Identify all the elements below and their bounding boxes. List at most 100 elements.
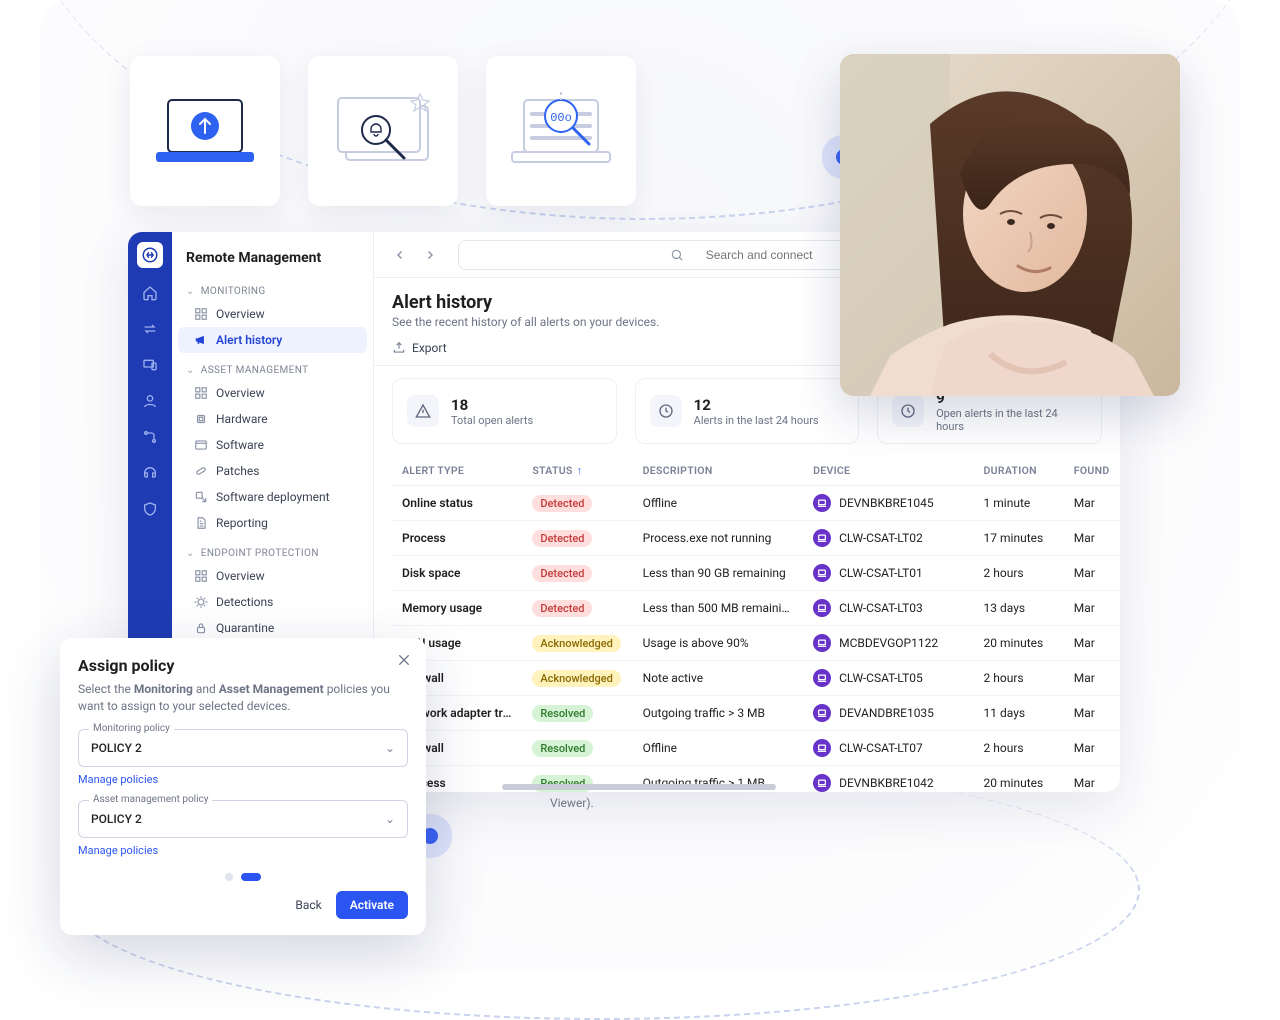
status-badge: Detected: [532, 565, 592, 582]
cell-found: Mar: [1064, 486, 1120, 521]
warning-icon: [407, 395, 439, 427]
sidebar-item-software-deployment[interactable]: Software deployment: [172, 484, 373, 510]
cell-alert-type: Disk space: [392, 556, 522, 591]
svg-text:00o: 00o: [550, 111, 572, 125]
grid-icon: [194, 307, 208, 321]
sidebar-item-reporting[interactable]: Reporting: [172, 510, 373, 536]
table-header[interactable]: DURATION: [974, 456, 1064, 486]
report-icon: [194, 516, 208, 530]
app-title: Remote Management: [172, 242, 373, 276]
close-icon[interactable]: [396, 652, 412, 671]
sidebar-item-overview[interactable]: Overview: [172, 301, 373, 327]
sidebar-group-asset-management[interactable]: ⌄ ASSET MANAGEMENT: [172, 357, 373, 380]
cell-status: Resolved: [522, 731, 632, 766]
horizontal-scrollbar[interactable]: [502, 782, 1050, 792]
cell-alert-type: Online status: [392, 486, 522, 521]
sidebar-group-endpoint-protection[interactable]: ⌄ ENDPOINT PROTECTION: [172, 540, 373, 563]
grid-icon: [194, 386, 208, 400]
table-header[interactable]: STATUS↑: [522, 456, 632, 486]
sidebar-group-monitoring[interactable]: ⌄ MONITORING: [172, 278, 373, 301]
nav-forward-button[interactable]: [418, 243, 442, 267]
illustration-card-laptop-magnify: 00o: [486, 56, 636, 206]
step-dot: [225, 873, 233, 881]
table-row[interactable]: CPU usageAcknowledgedUsage is above 90%M…: [392, 626, 1120, 661]
sidebar-item-overview-ep[interactable]: Overview: [172, 563, 373, 589]
manage-policies-link[interactable]: Manage policies: [78, 773, 158, 786]
nav-back-button[interactable]: [388, 243, 412, 267]
table-header[interactable]: FOUND: [1064, 456, 1120, 486]
device-icon: [813, 669, 831, 687]
app-logo[interactable]: [137, 242, 163, 268]
table-row[interactable]: Memory usageDetectedLess than 500 MB rem…: [392, 591, 1120, 626]
cell-status: Resolved: [522, 696, 632, 731]
megaphone-icon: [194, 333, 208, 347]
alerts-table: ALERT TYPESTATUS↑DESCRIPTIONDEVICEDURATI…: [392, 456, 1120, 792]
cell-device[interactable]: DEVANDBRE1035: [803, 696, 973, 731]
metric-alerts-24h: 12Alerts in the last 24 hours: [635, 378, 860, 444]
sidebar-item-software[interactable]: Software: [172, 432, 373, 458]
cell-status: Detected: [522, 591, 632, 626]
cell-device[interactable]: CLW-CSAT-LT07: [803, 731, 973, 766]
cell-duration: 1 minute: [974, 486, 1064, 521]
table-row[interactable]: ProcessDetectedProcess.exe not runningCL…: [392, 521, 1120, 556]
cell-status: Detected: [522, 486, 632, 521]
table-header[interactable]: DEVICE: [803, 456, 973, 486]
table-row[interactable]: Online statusDetectedOfflineDEVNBKBRE104…: [392, 486, 1120, 521]
table-row[interactable]: FirewallResolvedOfflineCLW-CSAT-LT072 ho…: [392, 731, 1120, 766]
status-badge: Acknowledged: [532, 670, 621, 687]
cell-description: Offline: [633, 731, 803, 766]
cell-description: Less than 90 GB remaining: [633, 556, 803, 591]
deploy-icon: [194, 490, 208, 504]
sidebar-item-hardware[interactable]: Hardware: [172, 406, 373, 432]
illustration-card-search-bell: [308, 56, 458, 206]
cell-duration: 17 minutes: [974, 521, 1064, 556]
home-icon[interactable]: [139, 282, 161, 304]
cell-alert-type: Memory usage: [392, 591, 522, 626]
sidebar-item-detections[interactable]: Detections: [172, 589, 373, 615]
export-button[interactable]: Export: [392, 341, 447, 355]
workflow-icon[interactable]: [139, 426, 161, 448]
back-button[interactable]: Back: [295, 898, 321, 912]
field-label: Asset management policy: [89, 794, 212, 805]
cell-device[interactable]: CLW-CSAT-LT01: [803, 556, 973, 591]
cell-device[interactable]: DEVNBKBRE1045: [803, 486, 973, 521]
devices-icon[interactable]: [139, 354, 161, 376]
cell-duration: 2 hours: [974, 731, 1064, 766]
cell-device[interactable]: MCBDEVGOP1122: [803, 626, 973, 661]
shield-icon[interactable]: [139, 498, 161, 520]
table-header[interactable]: ALERT TYPE: [392, 456, 522, 486]
device-icon: [813, 739, 831, 757]
activate-button[interactable]: Activate: [336, 891, 408, 919]
device-icon: [813, 529, 831, 547]
illustration-card-laptop-upload: [130, 56, 280, 206]
table-row[interactable]: Network adapter trafficResolvedOutgoing …: [392, 696, 1120, 731]
alerts-table-wrap: ALERT TYPESTATUS↑DESCRIPTIONDEVICEDURATI…: [374, 456, 1120, 792]
cell-device[interactable]: CLW-CSAT-LT02: [803, 521, 973, 556]
cell-found: Mar: [1064, 521, 1120, 556]
cell-device[interactable]: CLW-CSAT-LT03: [803, 591, 973, 626]
cell-found: Mar: [1064, 626, 1120, 661]
patch-icon: [194, 464, 208, 478]
app-window-icon: [194, 438, 208, 452]
status-badge: Resolved: [532, 705, 593, 722]
sidebar-item-overview-am[interactable]: Overview: [172, 380, 373, 406]
field-label: Monitoring policy: [89, 723, 174, 734]
monitoring-policy-select[interactable]: Monitoring policy POLICY 2 ⌄: [78, 729, 408, 767]
asset-management-policy-select[interactable]: Asset management policy POLICY 2 ⌄: [78, 800, 408, 838]
sidebar-item-alert-history[interactable]: Alert history: [178, 327, 367, 353]
manage-policies-link[interactable]: Manage policies: [78, 844, 158, 857]
cell-description: Process.exe not running: [633, 521, 803, 556]
cell-duration: 20 minutes: [974, 626, 1064, 661]
table-row[interactable]: Disk space Detected Less than 90 GB remain…: [392, 556, 1120, 591]
cell-description: Usage is above 90%: [633, 626, 803, 661]
sidebar-item-patches[interactable]: Patches: [172, 458, 373, 484]
table-header[interactable]: DESCRIPTION: [633, 456, 803, 486]
cell-device[interactable]: CLW-CSAT-LT05: [803, 661, 973, 696]
cell-found: Mar: [1064, 696, 1120, 731]
transfer-icon[interactable]: [139, 318, 161, 340]
cell-found: Mar: [1064, 731, 1120, 766]
cell-status: Acknowledged: [522, 626, 632, 661]
user-icon[interactable]: [139, 390, 161, 412]
table-row[interactable]: FirewallAcknowledgedNote activeCLW-CSAT-…: [392, 661, 1120, 696]
support-icon[interactable]: [139, 462, 161, 484]
